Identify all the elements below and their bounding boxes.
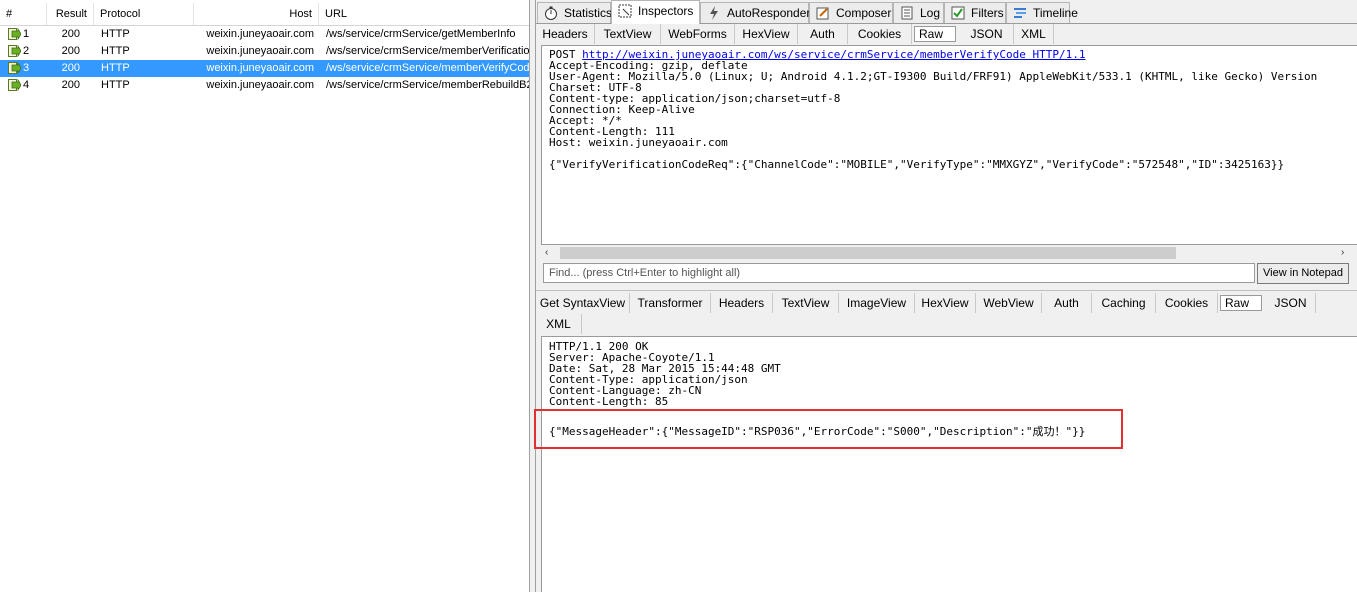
response-raw-view[interactable]: HTTP/1.1 200 OK Server: Apache-Coyote/1.1… — [541, 336, 1357, 592]
column-header-result[interactable]: Result — [47, 3, 94, 25]
session-result: 200 — [61, 45, 80, 57]
composer-icon — [816, 6, 830, 20]
session-result: 200 — [61, 28, 80, 40]
request-tab-cookies[interactable]: Cookies — [848, 24, 912, 44]
request-tab-webforms[interactable]: WebForms — [661, 24, 735, 44]
tab-label: AutoResponder — [727, 6, 811, 20]
tab-label: Inspectors — [638, 4, 694, 18]
arrow-right-icon — [8, 61, 22, 75]
tab-timeline[interactable]: Timeline — [1006, 2, 1078, 23]
response-tab-xml[interactable]: XML — [536, 314, 582, 334]
tab-label: Filters — [971, 6, 1004, 20]
session-protocol: HTTP — [101, 79, 130, 91]
request-tab-hexview[interactable]: HexView — [735, 24, 798, 44]
response-tab-json[interactable]: JSON — [1266, 293, 1316, 313]
tab-log[interactable]: Log — [893, 2, 944, 23]
scroll-left-arrow-icon[interactable]: ‹ — [545, 247, 548, 258]
session-protocol: HTTP — [101, 28, 130, 40]
response-tab-cookies[interactable]: Cookies — [1156, 293, 1218, 313]
response-tab-imageview[interactable]: ImageView — [839, 293, 915, 313]
log-icon — [900, 6, 914, 20]
tab-filters[interactable]: Filters — [944, 2, 1006, 23]
arrow-right-icon — [8, 27, 22, 41]
tab-autoresponder[interactable]: AutoResponder — [700, 2, 811, 23]
sessions-header: # Result Protocol Host URL — [0, 3, 529, 26]
checkbox-icon — [951, 6, 965, 20]
session-url: /ws/service/crmService/getMemberInfo — [326, 28, 516, 40]
session-number: 4 — [23, 79, 30, 91]
inspector-pane: Statistics Inspectors AutoResponder Compose… — [536, 0, 1357, 592]
tab-label: Composer — [836, 6, 892, 20]
response-subtab-bar: Get SyntaxView Transformer Headers TextView… — [536, 290, 1357, 335]
session-url: /ws/service/crmService/memberVerifyCode — [326, 62, 529, 74]
response-tab-transformer[interactable]: Transformer — [630, 293, 711, 313]
request-horizontal-scrollbar[interactable]: ‹ › — [536, 245, 1357, 262]
scroll-thumb[interactable] — [560, 247, 1176, 259]
session-host: weixin.juneyaoair.com — [206, 45, 314, 57]
session-row[interactable]: 3 200 HTTP weixin.juneyaoair.com/ws/service… — [0, 60, 529, 77]
scroll-right-arrow-icon[interactable]: › — [1341, 247, 1344, 258]
response-tab-headers[interactable]: Headers — [711, 293, 773, 313]
tab-label: Timeline — [1033, 6, 1078, 20]
session-result: 200 — [61, 79, 80, 91]
response-header-line: Content-Length: 85 — [549, 395, 669, 408]
column-header-protocol[interactable]: Protocol — [94, 3, 194, 25]
request-tab-textview[interactable]: TextView — [595, 24, 661, 44]
session-row[interactable]: 1 200 HTTP weixin.juneyaoair.com/ws/service… — [0, 26, 529, 43]
column-header-number[interactable]: # — [0, 3, 47, 25]
pane-splitter[interactable] — [529, 0, 536, 592]
session-row[interactable]: 4 200 HTTP weixin.juneyaoair.com/ws/service… — [0, 77, 529, 94]
request-header-line: Connection: Keep-Alive — [549, 103, 695, 116]
response-tab-caching[interactable]: Caching — [1092, 293, 1156, 313]
response-tab-auth[interactable]: Auth — [1042, 293, 1092, 313]
request-tab-auth[interactable]: Auth — [798, 24, 848, 44]
view-in-notepad-button[interactable]: View in Notepad — [1257, 263, 1349, 284]
response-tab-raw[interactable]: Raw — [1220, 295, 1262, 311]
request-tab-raw[interactable]: Raw — [914, 26, 956, 42]
sessions-panel: # Result Protocol Host URL 1 200 HTTP weixi… — [0, 0, 529, 592]
session-host: weixin.juneyaoair.com — [206, 79, 314, 91]
stopwatch-icon — [544, 6, 558, 20]
request-header-line: Host: weixin.juneyaoair.com — [549, 136, 728, 149]
tab-statistics[interactable]: Statistics — [537, 2, 613, 23]
request-tab-json[interactable]: JSON — [960, 24, 1014, 44]
session-number: 2 — [23, 45, 30, 57]
column-header-url[interactable]: URL — [319, 3, 529, 25]
tab-composer[interactable]: Composer — [809, 2, 893, 23]
session-protocol: HTTP — [101, 45, 130, 57]
tab-label: Log — [920, 6, 941, 20]
highlight-box — [534, 409, 1123, 449]
session-number: 1 — [23, 28, 30, 40]
arrow-right-icon — [8, 44, 22, 58]
session-host: weixin.juneyaoair.com — [206, 62, 314, 74]
tab-inspectors[interactable]: Inspectors — [611, 0, 700, 24]
session-url: /ws/service/crmService/memberRebuildB2C — [326, 79, 529, 91]
timeline-icon — [1013, 6, 1027, 20]
session-number: 3 — [23, 62, 30, 74]
response-tab-textview[interactable]: TextView — [773, 293, 839, 313]
find-input[interactable]: Find... (press Ctrl+Enter to highlight a… — [543, 263, 1255, 283]
inspector-icon — [618, 4, 632, 18]
column-header-host[interactable]: Host — [194, 3, 319, 25]
response-tab-hexview[interactable]: HexView — [915, 293, 976, 313]
session-row[interactable]: 2 200 HTTP weixin.juneyaoair.com/ws/service… — [0, 43, 529, 60]
response-tab-webview[interactable]: WebView — [976, 293, 1042, 313]
request-header-line: User-Agent: Mozilla/5.0 (Linux; U; Andro… — [549, 70, 1318, 83]
response-tab-get-syntaxview[interactable]: Get SyntaxView — [536, 293, 630, 313]
session-url: /ws/service/crmService/memberVerificatio… — [326, 45, 529, 57]
session-host: weixin.juneyaoair.com — [206, 28, 314, 40]
arrow-right-icon — [8, 78, 22, 92]
session-result: 200 — [61, 62, 80, 74]
request-tab-headers[interactable]: Headers — [536, 24, 595, 44]
request-subtab-bar: Headers TextView WebForms HexView Auth Cookie… — [536, 24, 1357, 44]
request-body: {"VerifyVerificationCodeReq":{"ChannelCo… — [549, 158, 1285, 171]
request-raw-view[interactable]: POST http://weixin.juneyaoair.com/ws/ser… — [541, 45, 1357, 245]
session-protocol: HTTP — [101, 62, 130, 74]
lightning-icon — [707, 6, 721, 20]
tab-label: Statistics — [564, 6, 613, 20]
request-tab-xml[interactable]: XML — [1014, 24, 1054, 44]
